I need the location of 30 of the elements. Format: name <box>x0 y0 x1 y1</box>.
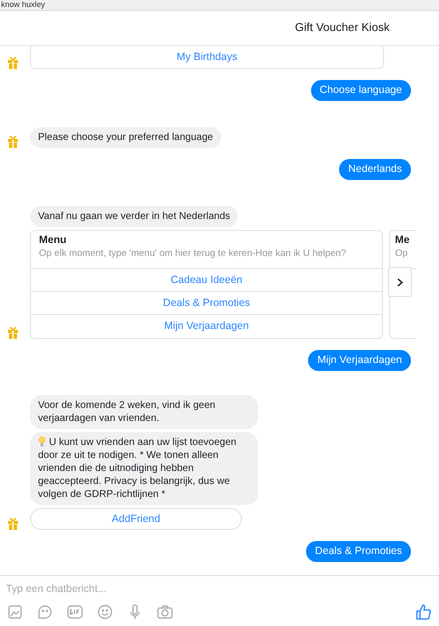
gift-icon <box>8 518 18 530</box>
thumbs-up-icon[interactable] <box>415 602 433 620</box>
chevron-right-icon <box>397 278 403 286</box>
sent-message: Deals & Promoties <box>306 541 411 562</box>
card-title: Me <box>395 234 411 247</box>
postback-button[interactable]: My Birthdays <box>31 46 383 68</box>
sticker-icon[interactable] <box>36 602 54 620</box>
gift-icon <box>8 57 18 69</box>
sent-message: Choose language <box>310 80 411 101</box>
bot-message: Please choose your preferred language <box>30 127 222 148</box>
card-subtitle: Op elk moment, type 'menu' om hier terug te keren-Hoe kan ik U helpen? <box>39 248 348 260</box>
bot-message: Vanaf nu gaan we verder in het Nederlands <box>30 206 238 227</box>
bot-message: U kunt uw vrienden aan uw lijst toevoegen door ze uit te nodigen. * We tonen alleen vrienden die de uitnodiging hebben geaccepteerd. Privacy is belangrijk, dus we volgen de GDRP-richtlijnen * <box>30 432 258 505</box>
image-icon[interactable] <box>6 602 24 620</box>
emoji-icon[interactable] <box>96 602 114 620</box>
chat-title: Gift Voucher Kiosk <box>295 22 390 34</box>
postback-button[interactable]: Mijn Verjaardagen <box>31 314 382 337</box>
gift-icon <box>8 327 18 339</box>
lightbulb-icon <box>38 436 46 447</box>
bot-message: Voor de komende 2 weken, vind ik geen verjaardagen van vrienden. <box>30 395 258 429</box>
sent-message: Mijn Verjaardagen <box>308 350 411 371</box>
next-button[interactable] <box>388 267 412 297</box>
card-title: Menu <box>39 234 68 247</box>
gift-icon <box>8 136 18 148</box>
sent-message: Nederlands <box>339 159 411 180</box>
gif-icon[interactable] <box>66 602 84 620</box>
quick-reply-button[interactable]: AddFriend <box>30 508 242 530</box>
camera-icon[interactable] <box>156 602 174 620</box>
window-title: know huxley <box>1 0 46 9</box>
card-subtitle: Op <box>395 248 409 260</box>
